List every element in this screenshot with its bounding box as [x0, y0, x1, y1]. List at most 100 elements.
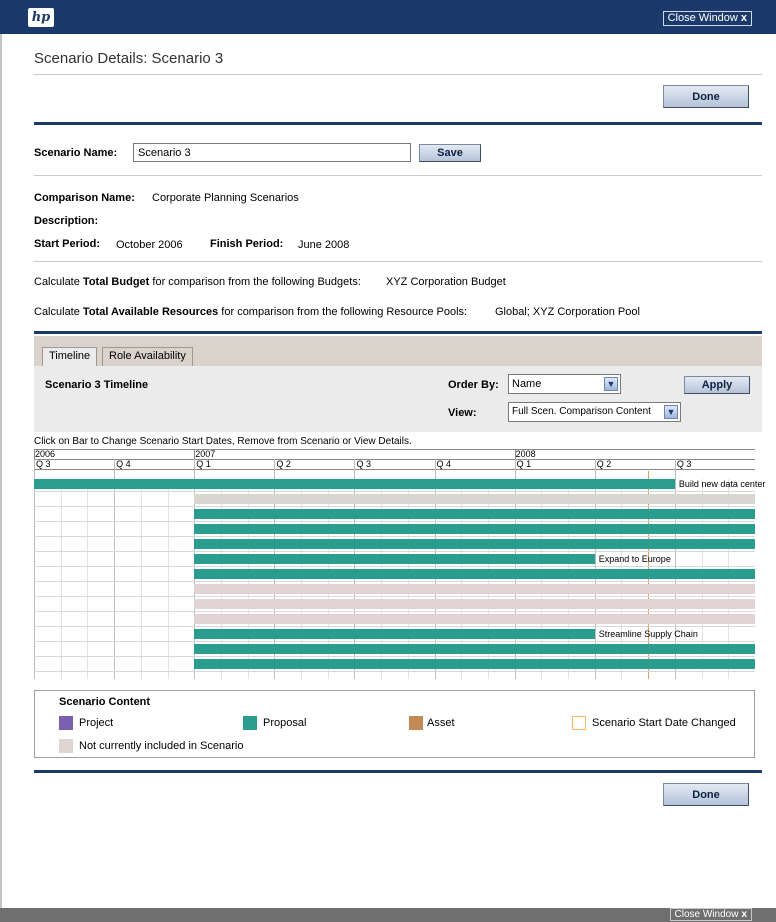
timeline-year-label: 2008 [515, 449, 536, 459]
resources-text: Calculate Total Available Resources for … [34, 306, 467, 318]
resources-value: Global; XYZ Corporation Pool [495, 306, 640, 318]
legend-swatch-asset [409, 716, 423, 730]
timeline-quarter-label: Q 4 [116, 459, 131, 469]
timeline-heading: Scenario 3 Timeline [45, 379, 149, 391]
tab-role-availability[interactable]: Role Availability [102, 347, 193, 366]
page-title: Scenario Details: Scenario 3 [34, 50, 224, 67]
chevron-down-icon: ▼ [604, 377, 618, 391]
timeline-row-gridline [34, 626, 755, 627]
timeline-row-gridline [34, 596, 755, 597]
timeline-quarter-divider [34, 459, 35, 679]
timeline-bar[interactable] [194, 644, 755, 654]
timeline-quarter-label: Q 2 [276, 459, 291, 469]
timeline-year-divider [34, 449, 35, 459]
scenario-name-label: Scenario Name: [34, 147, 118, 159]
timeline-month-gridline [140, 479, 142, 679]
close-icon: x [741, 909, 747, 920]
timeline-bar[interactable] [194, 599, 755, 609]
timeline-bar[interactable] [194, 494, 755, 504]
resources-post: for comparison from the following Resour… [221, 306, 468, 318]
done-button-top[interactable]: Done [663, 85, 749, 108]
timeline-row-gridline [34, 491, 755, 492]
finish-period-label: Finish Period: [210, 238, 284, 250]
timeline-bar[interactable] [194, 509, 755, 519]
budget-bold: Total Budget [82, 276, 150, 288]
legend-label-asset: Asset [427, 717, 455, 729]
timeline-row-gridline [34, 536, 755, 537]
timeline-bar[interactable] [194, 584, 755, 594]
timeline-header-top [34, 449, 755, 450]
timeline-quarter-label: Q 3 [36, 459, 51, 469]
timeline-quarter-label: Q 3 [676, 459, 692, 469]
scenario-name-input[interactable] [133, 143, 411, 162]
timeline-row-gridline [34, 581, 755, 582]
start-period-value: October 2006 [116, 239, 183, 251]
timeline-year-divider [514, 449, 516, 459]
close-window-button-bottom[interactable]: Close Window x [669, 908, 752, 921]
order-by-select[interactable]: Name ▼ [508, 374, 621, 394]
timeline-quarter-label: Q 1 [196, 459, 211, 469]
timeline-month-gridline [60, 479, 62, 679]
start-period-label: Start Period: [34, 238, 101, 250]
timeline-row-gridline [34, 671, 755, 672]
close-window-label-bottom: Close Window [674, 909, 739, 920]
budget-text: Calculate Total Budget for comparison fr… [34, 276, 361, 288]
timeline-bar-label: Expand to Europe [598, 554, 671, 564]
close-window-label: Close Window [667, 12, 738, 24]
comparison-name-label: Comparison Name: [34, 192, 135, 204]
comparison-name-value: Corporate Planning Scenarios [152, 192, 299, 204]
timeline-row-gridline [34, 656, 755, 657]
apply-button[interactable]: Apply [684, 376, 750, 394]
timeline-bar[interactable] [194, 629, 595, 639]
timeline-panel: Timeline Role Availability Scenario 3 Ti… [34, 336, 762, 432]
timeline-quarter-label: Q 2 [596, 459, 612, 469]
timeline-quarter-label: Q 1 [516, 459, 532, 469]
timeline-quarter-divider [114, 459, 116, 679]
timeline-bar-label: Streamline Supply Chain [598, 629, 698, 639]
budget-value: XYZ Corporation Budget [386, 276, 506, 288]
timeline-year-label: 2006 [35, 449, 56, 459]
description-label: Description: [34, 215, 99, 227]
close-window-button[interactable]: Close Window x [662, 11, 752, 26]
tabs-divider [34, 331, 762, 334]
timeline-bar[interactable] [194, 554, 595, 564]
hp-logo: hp [28, 8, 54, 27]
legend-swatch-not-included [59, 739, 73, 753]
timeline-quarter-label: Q 3 [356, 459, 371, 469]
bottom-divider [34, 770, 762, 773]
timeline-bar[interactable] [194, 614, 755, 624]
section-divider [34, 122, 762, 125]
order-by-value: Name [512, 378, 542, 390]
timeline-year-divider [194, 449, 196, 459]
timeline-month-gridline [87, 479, 89, 679]
period-divider [34, 261, 762, 262]
timeline-instructions: Click on Bar to Change Scenario Start Da… [34, 436, 412, 447]
legend-label-project: Project [79, 717, 114, 729]
timeline-bar[interactable] [194, 659, 755, 669]
view-value: Full Scen. Comparison Content [512, 406, 651, 417]
timeline-row-gridline [34, 611, 755, 612]
timeline-row-gridline [34, 641, 755, 642]
timeline-bar[interactable] [194, 524, 755, 534]
bottom-bar: Close Window x [0, 908, 776, 922]
timeline-row-gridline [34, 566, 755, 567]
timeline-bar[interactable] [34, 479, 675, 489]
timeline-bar[interactable] [194, 539, 755, 549]
resources-pre: Calculate [34, 306, 80, 318]
order-by-label: Order By: [448, 379, 499, 391]
legend-title: Scenario Content [59, 696, 151, 708]
finish-period-value: June 2008 [298, 239, 350, 251]
view-select[interactable]: Full Scen. Comparison Content ▼ [508, 402, 681, 422]
tab-strip: Timeline Role Availability [34, 336, 762, 366]
done-button-bottom[interactable]: Done [663, 783, 749, 806]
timeline-year-label: 2007 [195, 449, 216, 459]
timeline-bar-label: Build new data center [678, 479, 766, 489]
timeline-row-gridline [34, 506, 755, 507]
save-button[interactable]: Save [419, 144, 481, 162]
timeline-header-mid [34, 459, 755, 460]
tab-timeline[interactable]: Timeline [42, 347, 98, 366]
legend-swatch-start-date-changed [572, 716, 586, 730]
timeline-bar[interactable] [194, 569, 755, 579]
close-icon: x [740, 12, 747, 24]
timeline-header-bottom [34, 469, 755, 470]
